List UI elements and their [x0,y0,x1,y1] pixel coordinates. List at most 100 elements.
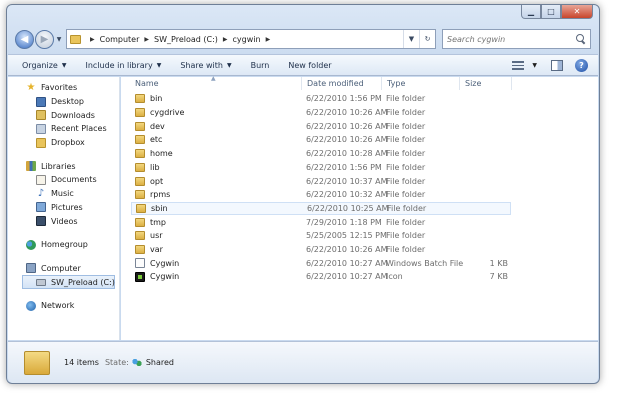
back-button[interactable]: ◀ [15,29,34,49]
file-row[interactable]: dev 6/22/2010 10:26 AM File folder [131,119,511,133]
chevron-down-icon: ▼ [226,61,232,69]
file-row[interactable]: lib 6/22/2010 1:56 PM File folder [131,161,511,175]
file-name: sbin [151,203,168,213]
folder-icon [135,121,145,131]
search-input[interactable] [447,34,576,44]
file-row[interactable]: home 6/22/2010 10:28 AM File folder [131,147,511,161]
maximize-button[interactable]: □ [541,5,561,19]
column-size[interactable]: Size [465,79,481,88]
file-row[interactable]: etc 6/22/2010 10:26 AM File folder [131,133,511,147]
column-divider[interactable] [301,77,302,90]
nav-libraries[interactable]: Libraries [8,159,119,173]
file-row[interactable]: var 6/22/2010 10:26 AM File folder [131,243,511,257]
breadcrumb-computer[interactable]: Computer [100,35,140,44]
refresh-button[interactable]: ↻ [419,30,435,48]
file-row[interactable]: rpms 6/22/2010 10:32 AM File folder [131,188,511,202]
recent-pages-dropdown[interactable]: ▼ [54,36,64,43]
preview-pane-icon[interactable] [551,59,563,71]
nav-computer-label: Computer [41,263,81,273]
nav-pictures[interactable]: Pictures [8,201,119,215]
include-in-library-menu[interactable]: Include in library ▼ [85,61,161,70]
help-icon[interactable]: ? [575,58,588,72]
file-type: File folder [386,94,426,104]
address-bar[interactable]: ▶ Computer ▶ SW_Preload (C:) ▶ cygwin ▶ … [66,29,436,49]
nav-computer[interactable]: Computer [8,262,119,276]
file-row[interactable]: sbin 6/22/2010 10:25 AM File folder [131,201,511,216]
file-name-cell: Cygwin [135,271,180,282]
file-row[interactable]: cygdrive 6/22/2010 10:26 AM File folder [131,106,511,120]
address-dropdown-button[interactable]: ▼ [403,30,419,48]
nav-documents[interactable]: Documents [8,173,119,187]
nav-drive-c[interactable]: SW_Preload (C:) [22,275,115,289]
close-button[interactable]: ✕ [561,5,593,19]
file-date-modified: 6/22/2010 10:26 AM [306,108,388,118]
chevron-down-icon: ▼ [61,61,67,69]
folder-icon [135,135,145,145]
nav-downloads[interactable]: Downloads [8,108,119,122]
address-controls: ▼ ↻ [403,30,435,48]
chevron-right-icon[interactable]: ▶ [90,36,95,43]
nav-network[interactable]: Network [8,299,119,313]
nav-dropbox[interactable]: Dropbox [8,136,119,150]
file-type: File folder [386,162,426,172]
file-name: etc [150,135,163,145]
nav-recent-places-label: Recent Places [51,124,107,134]
file-type: File folder [386,231,426,241]
batch-file-icon [135,258,145,269]
file-size: 1 KB [489,258,508,268]
search-icon[interactable] [576,34,586,44]
file-row[interactable]: bin 6/22/2010 1:56 PM File folder [131,92,511,106]
breadcrumb-drive[interactable]: SW_Preload (C:) [154,35,218,44]
view-options-icon[interactable] [512,60,525,70]
column-divider[interactable] [511,77,512,90]
column-divider[interactable] [381,77,382,90]
share-with-menu[interactable]: Share with ▼ [180,61,231,70]
nav-homegroup[interactable]: Homegroup [8,238,119,252]
folder-icon [70,34,81,44]
file-name-cell: var [135,245,163,255]
folder-icon [135,190,145,200]
navigation-pane: ★ Favorites Desktop Downloads Recent Plac… [8,77,120,340]
nav-videos-label: Videos [51,216,78,226]
burn-button[interactable]: Burn [251,61,270,70]
column-divider[interactable] [459,77,460,90]
column-type[interactable]: Type [387,79,405,88]
forward-button[interactable]: ▶ [35,29,54,49]
organize-menu[interactable]: Organize ▼ [22,61,66,70]
breadcrumb-cygwin[interactable]: cygwin [233,35,261,44]
file-row[interactable]: Cygwin 6/22/2010 10:27 AM Icon 7 KB [131,270,511,284]
file-type: File folder [386,217,426,227]
nav-desktop[interactable]: Desktop [8,95,119,109]
view-options-dropdown[interactable]: ▼ [532,62,537,69]
file-type: File folder [386,176,426,186]
navigation-row: ◀ ▶ ▼ ▶ Computer ▶ SW_Preload (C:) ▶ cyg… [15,27,591,51]
file-name: usr [150,231,163,241]
column-name[interactable]: Name [135,79,159,88]
computer-group: Computer SW_Preload (C:) [8,262,119,289]
chevron-right-icon[interactable]: ▶ [223,36,228,43]
column-date-modified[interactable]: Date modified [307,79,364,88]
file-row[interactable]: Cygwin 6/22/2010 10:27 AM Windows Batch Fi… [131,256,511,270]
file-name-cell: lib [135,162,160,172]
search-box[interactable] [442,29,591,49]
nav-recent-places[interactable]: Recent Places [8,122,119,136]
file-name: Cygwin [150,272,180,282]
file-row[interactable]: opt 6/22/2010 10:37 AM File folder [131,174,511,188]
computer-icon [26,263,36,274]
file-row[interactable]: usr 5/25/2005 12:15 PM File folder [131,229,511,243]
chevron-right-icon[interactable]: ▶ [266,36,271,43]
nav-downloads-label: Downloads [51,110,95,120]
recent-places-icon [36,123,46,134]
file-name: var [150,245,163,255]
network-group: Network [8,299,119,313]
nav-favorites[interactable]: ★ Favorites [8,81,119,95]
file-row[interactable]: tmp 7/29/2010 1:18 PM File folder [131,215,511,229]
folder-icon [24,350,50,375]
nav-videos[interactable]: Videos [8,214,119,228]
file-date-modified: 7/29/2010 1:18 PM [306,217,382,227]
chevron-right-icon[interactable]: ▶ [144,36,149,43]
nav-music[interactable]: ♪ Music [8,187,119,201]
nav-music-label: Music [51,189,74,199]
new-folder-button[interactable]: New folder [288,61,331,70]
minimize-button[interactable]: ▁ [521,5,541,19]
